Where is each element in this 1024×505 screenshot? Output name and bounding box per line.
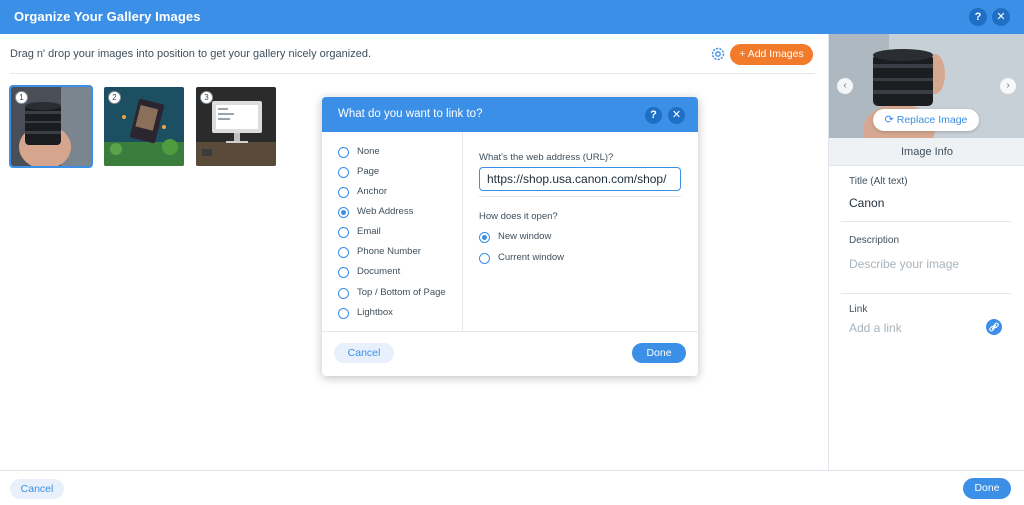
gallery-thumbnail-3[interactable]: 3 [196,87,276,166]
replace-image-label: Replace Image [896,114,968,126]
help-button[interactable]: ? [969,8,987,26]
instructions-text: Drag n' drop your images into position t… [10,48,372,60]
refresh-icon: ⟳ [884,114,894,126]
link-field[interactable]: Add a link [849,321,902,335]
link-type-label: Page [357,166,380,177]
radio-button[interactable] [338,288,349,299]
gallery-thumbnail-2[interactable]: 2 [104,87,184,166]
link-dialog: What do you want to link to? ? ✕ None Pa… [322,97,698,376]
link-dialog-footer: Cancel Done [322,331,698,376]
selected-image-preview: ‹ › ⟳ Replace Image [829,34,1024,138]
radio-button[interactable] [338,247,349,258]
link-type-label: Top / Bottom of Page [357,287,446,298]
radio-button[interactable] [338,227,349,238]
link-icon[interactable] [986,319,1002,335]
radio-button[interactable] [338,187,349,198]
dialog-done-button[interactable]: Done [632,343,686,363]
radio-button[interactable] [479,253,490,264]
radio-button-selected[interactable] [338,207,349,218]
link-type-label: Anchor [357,186,388,197]
done-button[interactable]: Done [963,478,1011,499]
thumbnail-number: 3 [200,91,213,104]
url-input[interactable]: https://shop.usa.canon.com/shop/ [479,167,681,191]
divider [841,221,1011,222]
gallery-thumbnail-1[interactable]: 1 [9,85,93,168]
replace-image-button[interactable]: ⟳ Replace Image [873,109,979,131]
description-field[interactable]: Describe your image [849,257,959,271]
link-type-label: Email [357,226,381,237]
radio-button[interactable] [338,308,349,319]
dialog-close-button[interactable]: ✕ [668,107,685,124]
image-info-header: Image Info [829,138,1024,166]
title-label: Title (Alt text) [849,176,908,187]
link-label: Link [849,304,868,315]
description-label: Description [849,235,900,246]
title-field[interactable]: Canon [849,196,884,210]
radio-button[interactable] [338,167,349,178]
link-dialog-header: What do you want to link to? ? ✕ [322,97,698,132]
close-button[interactable]: ✕ [992,8,1010,26]
previous-image-button[interactable]: ‹ [837,78,853,94]
link-type-list: None Page Anchor Web Address Email Phone… [322,132,463,331]
gallery-organizer: Organize Your Gallery Images ? ✕ Drag n'… [0,0,1024,505]
url-label: What's the web address (URL)? [479,152,614,163]
next-image-button[interactable]: › [1000,78,1016,94]
thumbnail-number: 1 [15,91,28,104]
footer-bar: Cancel Done [0,470,1024,505]
divider [841,293,1011,294]
thumbnail-number: 2 [108,91,121,104]
link-type-label: Lightbox [357,307,393,318]
image-info-panel: ‹ › ⟳ Replace Image Image Info Title (Al… [828,34,1024,470]
divider [479,196,681,197]
dialog-cancel-button[interactable]: Cancel [334,343,394,363]
cancel-button[interactable]: Cancel [10,479,64,499]
open-behavior-label: How does it open? [479,211,558,222]
open-option-label: Current window [498,252,564,263]
open-option-label: New window [498,231,552,242]
link-type-label: Web Address [357,206,414,217]
dialog-help-button[interactable]: ? [645,107,662,124]
radio-button[interactable] [338,267,349,278]
divider [10,73,815,74]
gear-icon[interactable] [710,46,726,62]
add-images-button[interactable]: + Add Images [730,44,813,65]
radio-button[interactable] [338,147,349,158]
window-title: Organize Your Gallery Images [14,9,201,24]
link-type-label: Document [357,266,401,277]
top-bar: Organize Your Gallery Images ? ✕ [0,0,1024,34]
link-type-label: None [357,146,380,157]
radio-button-selected[interactable] [479,232,490,243]
link-dialog-title: What do you want to link to? [338,108,483,120]
link-type-label: Phone Number [357,246,421,257]
